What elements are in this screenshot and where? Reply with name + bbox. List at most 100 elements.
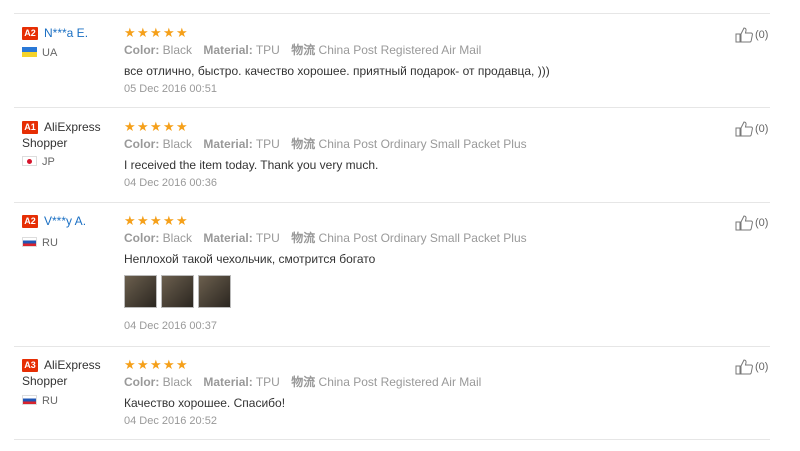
review-text: Неплохой такой чехольчик, смотрится бога… xyxy=(124,252,376,266)
buyer-name: AliExpress xyxy=(44,120,101,134)
helpful-count: (0) xyxy=(755,123,769,135)
review-text: все отлично, быстро. качество хорошее. п… xyxy=(124,64,550,78)
buyer-country: RU xyxy=(42,237,58,249)
material-label: Material: xyxy=(203,231,253,245)
material-label: Material: xyxy=(203,43,253,57)
review-photo[interactable] xyxy=(198,275,231,308)
buyer-country: JP xyxy=(42,156,55,168)
order-info: Color: Black Material: TPU 物流 China Post… xyxy=(124,136,535,152)
review-date: 05 Dec 2016 00:51 xyxy=(124,83,217,95)
buyer-level-badge: A1 xyxy=(22,121,38,134)
star-icon: ★ xyxy=(124,119,136,134)
material-value: TPU xyxy=(255,231,280,245)
thumbs-up-icon xyxy=(735,121,753,137)
buyer-name-line2: Shopper xyxy=(22,136,68,150)
review-divider xyxy=(14,107,770,108)
logistics-label: 物流 xyxy=(291,137,316,151)
buyer-name: AliExpress xyxy=(44,358,101,372)
order-info: Color: Black Material: TPU 物流 China Post… xyxy=(124,42,489,58)
rating-stars: ★ ★ ★ ★ ★ xyxy=(124,357,188,372)
review-date: 04 Dec 2016 20:52 xyxy=(124,415,217,427)
star-icon: ★ xyxy=(137,119,149,134)
review-item: A2 V***y A. RU ★ ★ ★ ★ ★ Color: Black Materi… xyxy=(0,213,800,345)
country-flag-icon xyxy=(22,395,37,405)
star-icon: ★ xyxy=(176,25,188,40)
color-label: Color: xyxy=(124,231,160,245)
review-divider xyxy=(14,439,770,440)
star-icon: ★ xyxy=(124,357,136,372)
buyer-name[interactable]: V***y A. xyxy=(44,213,86,229)
material-value: TPU xyxy=(255,43,280,57)
star-icon: ★ xyxy=(150,357,162,372)
order-info: Color: Black Material: TPU 物流 China Post… xyxy=(124,230,535,246)
material-label: Material: xyxy=(203,137,253,151)
review-item: A1 AliExpress Shopper JP ★ ★ ★ ★ ★ Color: Bl… xyxy=(0,119,800,203)
logistics-label: 物流 xyxy=(291,43,316,57)
star-icon: ★ xyxy=(150,25,162,40)
country-flag-icon xyxy=(22,47,37,57)
material-value: TPU xyxy=(255,137,280,151)
country-flag-icon xyxy=(22,156,37,166)
helpful-button[interactable]: (0) xyxy=(735,27,768,43)
star-icon: ★ xyxy=(124,213,136,228)
review-item: A3 AliExpress Shopper RU ★ ★ ★ ★ ★ Color: Bl… xyxy=(0,357,800,441)
logistics-value: China Post Registered Air Mail xyxy=(318,43,482,57)
star-icon: ★ xyxy=(137,25,149,40)
color-value: Black xyxy=(162,231,193,245)
logistics-label: 物流 xyxy=(291,231,316,245)
star-icon: ★ xyxy=(163,213,175,228)
buyer-level-badge: A2 xyxy=(22,27,38,40)
review-divider xyxy=(14,202,770,203)
review-photos xyxy=(124,275,231,308)
helpful-button[interactable]: (0) xyxy=(735,121,768,137)
star-icon: ★ xyxy=(176,213,188,228)
logistics-label: 物流 xyxy=(291,375,316,389)
star-icon: ★ xyxy=(176,357,188,372)
helpful-button[interactable]: (0) xyxy=(735,359,768,375)
logistics-value: China Post Ordinary Small Packet Plus xyxy=(318,137,527,151)
star-icon: ★ xyxy=(150,119,162,134)
rating-stars: ★ ★ ★ ★ ★ xyxy=(124,25,188,40)
star-icon: ★ xyxy=(176,119,188,134)
buyer-name[interactable]: N***a E. xyxy=(44,25,88,41)
helpful-count: (0) xyxy=(755,361,769,373)
review-text: Качество хорошее. Спасибо! xyxy=(124,396,286,410)
star-icon: ★ xyxy=(137,357,149,372)
material-label: Material: xyxy=(203,375,253,389)
helpful-count: (0) xyxy=(755,29,769,41)
helpful-button[interactable]: (0) xyxy=(735,215,768,231)
review-date: 04 Dec 2016 00:37 xyxy=(124,320,217,332)
thumbs-up-icon xyxy=(735,359,753,375)
helpful-count: (0) xyxy=(755,217,769,229)
star-icon: ★ xyxy=(137,213,149,228)
order-info: Color: Black Material: TPU 物流 China Post… xyxy=(124,374,489,390)
star-icon: ★ xyxy=(163,25,175,40)
review-photo[interactable] xyxy=(124,275,157,308)
thumbs-up-icon xyxy=(735,215,753,231)
logistics-value: China Post Ordinary Small Packet Plus xyxy=(318,231,527,245)
review-divider xyxy=(14,346,770,347)
star-icon: ★ xyxy=(163,119,175,134)
review-text: I received the item today. Thank you ver… xyxy=(124,158,379,172)
buyer-level-badge: A2 xyxy=(22,215,38,228)
buyer-country: UA xyxy=(42,47,58,59)
buyer-country: RU xyxy=(42,395,58,407)
buyer-name-line2: Shopper xyxy=(22,374,68,388)
review-date: 04 Dec 2016 00:36 xyxy=(124,177,217,189)
buyer-level-badge: A3 xyxy=(22,359,38,372)
star-icon: ★ xyxy=(124,25,136,40)
top-divider xyxy=(14,13,770,14)
logistics-value: China Post Registered Air Mail xyxy=(318,375,482,389)
country-flag-icon xyxy=(22,237,37,247)
color-value: Black xyxy=(162,43,193,57)
rating-stars: ★ ★ ★ ★ ★ xyxy=(124,119,188,134)
color-value: Black xyxy=(162,375,193,389)
star-icon: ★ xyxy=(150,213,162,228)
color-label: Color: xyxy=(124,43,160,57)
material-value: TPU xyxy=(255,375,280,389)
rating-stars: ★ ★ ★ ★ ★ xyxy=(124,213,188,228)
star-icon: ★ xyxy=(163,357,175,372)
review-photo[interactable] xyxy=(161,275,194,308)
color-value: Black xyxy=(162,137,193,151)
color-label: Color: xyxy=(124,137,160,151)
